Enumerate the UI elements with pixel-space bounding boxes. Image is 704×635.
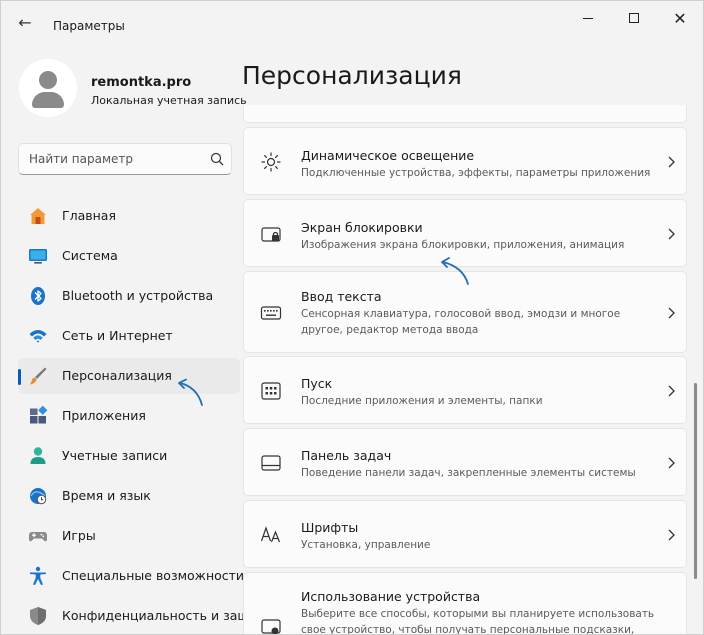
- sidebar-item-time-language[interactable]: Время и язык: [18, 478, 240, 514]
- chevron-right-icon: [668, 457, 675, 469]
- sidebar-item-privacy[interactable]: Конфиденциальность и защита: [18, 598, 272, 634]
- sidebar-item-label: Система: [62, 248, 118, 263]
- card-title: Динамическое освещение: [301, 148, 475, 163]
- sidebar-item-label: Специальные возможности: [62, 568, 245, 583]
- dynamic-lighting-icon: [261, 152, 281, 172]
- account-type: Локальная учетная запись: [91, 94, 247, 107]
- sidebar-item-label: Главная: [62, 208, 116, 223]
- chevron-right-icon: [668, 307, 675, 319]
- settings-window: ← Параметры ✕ remontka.pro Локальная уче…: [0, 0, 704, 635]
- device-usage-icon: [261, 619, 281, 634]
- brush-icon: [30, 367, 47, 385]
- lock-screen-icon: [261, 227, 281, 242]
- card-title: Использование устройства: [301, 589, 481, 604]
- shield-icon: [30, 607, 46, 625]
- card-title: Пуск: [301, 376, 333, 391]
- system-icon: [29, 249, 47, 264]
- sidebar-item-label: Конфиденциальность и защита: [62, 608, 273, 623]
- maximize-button[interactable]: [611, 1, 657, 35]
- maximize-icon: [629, 13, 639, 23]
- active-indicator: [18, 369, 21, 385]
- sidebar-item-accounts[interactable]: Учетные записи: [18, 438, 240, 474]
- home-icon: [30, 208, 46, 224]
- chevron-right-icon: [668, 385, 675, 397]
- page-title: Персонализация: [242, 61, 462, 90]
- card-title: Ввод текста: [301, 289, 382, 304]
- bluetooth-icon: [31, 287, 45, 305]
- search-input[interactable]: [19, 144, 199, 174]
- card-description: Подключенные устройства, эффекты, параме…: [301, 167, 651, 179]
- sidebar-item-label: Персонализация: [62, 368, 172, 383]
- card-description: Сенсорная клавиатура, голосовой ввод, эм…: [301, 308, 621, 336]
- annotation-arrow-icon: [178, 378, 203, 406]
- title-bar: ← Параметры ✕: [1, 1, 703, 41]
- chevron-right-icon: [668, 529, 675, 541]
- sidebar-item-label: Игры: [62, 528, 96, 543]
- sidebar-item-accessibility[interactable]: Специальные возможности: [18, 558, 244, 594]
- chevron-right-icon: [668, 156, 675, 168]
- card-dynamic-lighting[interactable]: Динамическое освещение Подключенные устр…: [243, 127, 687, 195]
- card-description: Изображения экрана блокировки, приложени…: [301, 239, 625, 251]
- sidebar-item-bluetooth[interactable]: Bluetooth и устройства: [18, 278, 240, 314]
- back-button[interactable]: ←: [9, 9, 41, 35]
- card-device-usage[interactable]: Использование устройства Выберите все сп…: [243, 572, 687, 635]
- card-previous-partial[interactable]: [243, 105, 687, 123]
- back-arrow-icon: ←: [18, 12, 32, 32]
- avatar-body: [32, 92, 64, 108]
- card-title: Шрифты: [301, 520, 359, 535]
- minimize-icon: [583, 17, 593, 19]
- card-description: Поведение панели задач, закрепленные эле…: [301, 467, 636, 479]
- annotation-arrow-icon: [441, 257, 469, 285]
- taskbar-icon: [261, 455, 281, 471]
- card-title: Экран блокировки: [301, 220, 423, 235]
- close-icon: ✕: [673, 8, 687, 28]
- card-description: Выберите все способы, которыми вы планир…: [301, 608, 655, 635]
- start-icon: [261, 382, 281, 400]
- sidebar-item-label: Учетные записи: [62, 448, 168, 463]
- avatar-head: [39, 71, 57, 89]
- sidebar-item-label: Сеть и Интернет: [62, 328, 173, 343]
- scrollbar-thumb[interactable]: [694, 383, 697, 579]
- search-icon[interactable]: [209, 151, 225, 167]
- sidebar-item-home[interactable]: Главная: [18, 198, 240, 234]
- search-box: [18, 143, 232, 175]
- card-description: Последние приложения и элементы, папки: [301, 395, 543, 407]
- close-button[interactable]: ✕: [657, 1, 703, 35]
- sidebar-item-label: Время и язык: [62, 488, 151, 503]
- gamepad-icon: [29, 532, 47, 542]
- app-title: Параметры: [53, 19, 125, 33]
- sidebar-item-network[interactable]: Сеть и Интернет: [18, 318, 240, 354]
- card-fonts[interactable]: Шрифты Установка, управление: [243, 500, 687, 568]
- account-icon: [30, 447, 46, 464]
- card-taskbar[interactable]: Панель задач Поведение панели задач, зак…: [243, 428, 687, 496]
- chevron-right-icon: [668, 228, 675, 240]
- card-description: Установка, управление: [301, 539, 431, 551]
- sidebar-item-gaming[interactable]: Игры: [18, 518, 240, 554]
- minimize-button[interactable]: [565, 1, 611, 35]
- wifi-icon: [29, 330, 47, 343]
- sidebar-item-system[interactable]: Система: [18, 238, 240, 274]
- accessibility-icon: [30, 566, 46, 585]
- card-title: Панель задач: [301, 448, 392, 463]
- avatar[interactable]: [19, 59, 77, 117]
- fonts-icon: [260, 526, 281, 543]
- user-name: remontka.pro: [91, 75, 192, 90]
- card-start[interactable]: Пуск Последние приложения и элементы, па…: [243, 356, 687, 424]
- apps-icon: [30, 406, 48, 424]
- sidebar-item-label: Приложения: [62, 408, 146, 423]
- time-language-icon: [30, 488, 47, 505]
- sidebar-item-label: Bluetooth и устройства: [62, 288, 214, 303]
- keyboard-icon: [260, 306, 282, 320]
